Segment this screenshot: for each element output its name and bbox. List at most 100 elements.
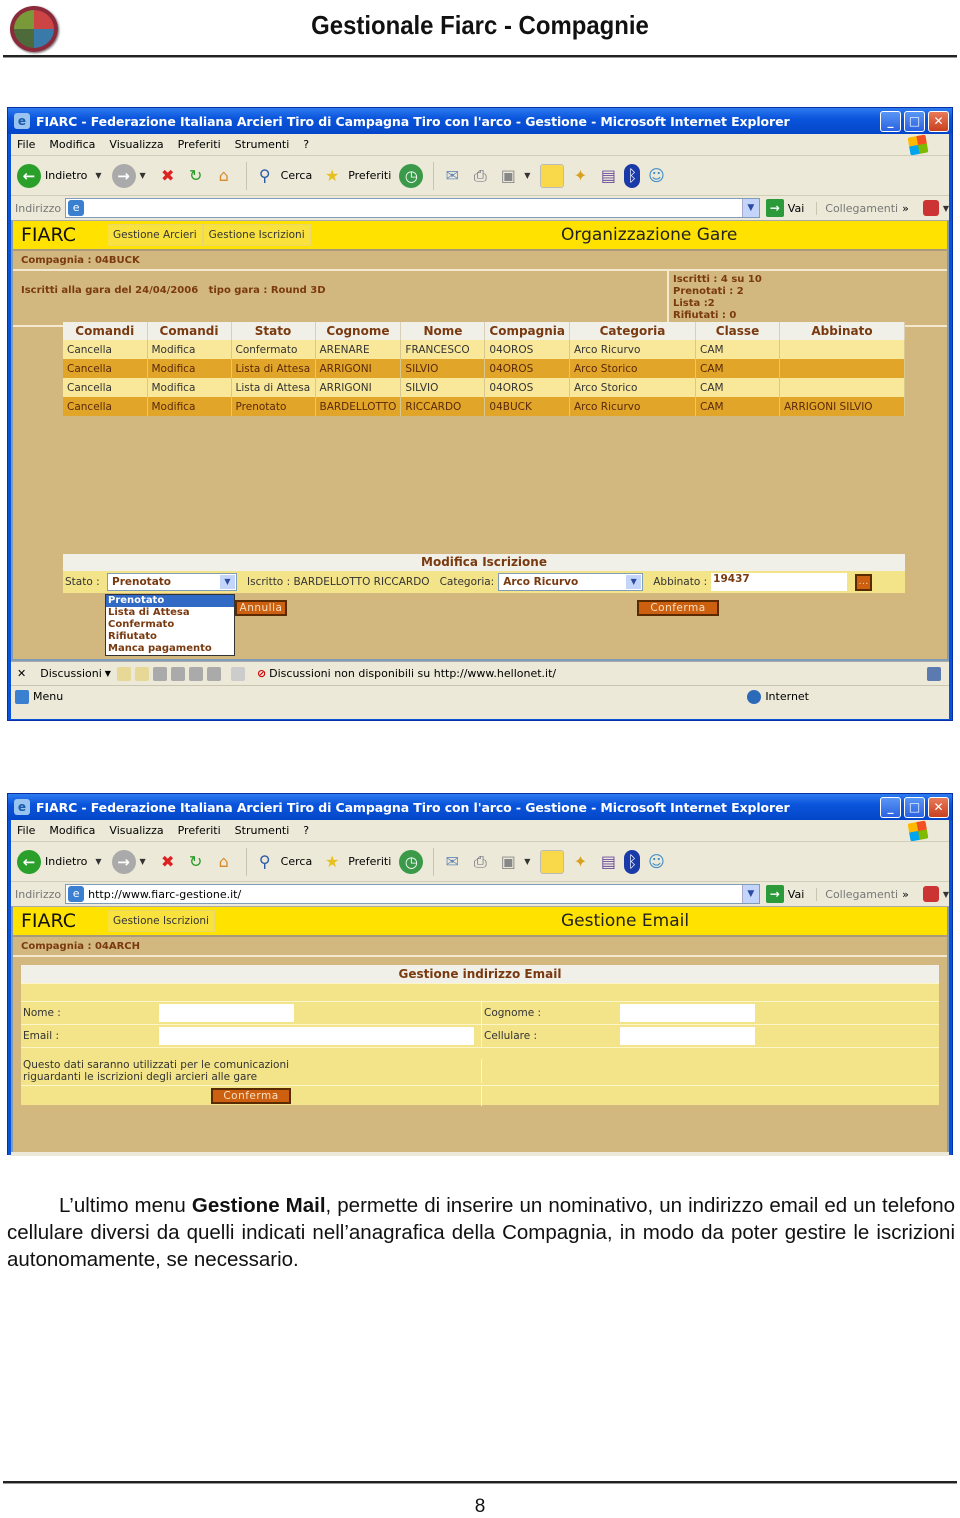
edit-icon[interactable]: ▣ <box>496 850 520 874</box>
refresh-icon[interactable]: ↻ <box>184 850 208 874</box>
users-icon[interactable]: ☺ <box>644 164 668 188</box>
abbinato-lookup-button[interactable]: ... <box>855 573 873 591</box>
modifica-link[interactable]: Modifica <box>147 397 232 416</box>
favorites-button[interactable]: Preferiti <box>348 169 391 182</box>
research-icon[interactable]: ▤ <box>596 164 620 188</box>
nav-gestione-arcieri[interactable]: Gestione Arcieri <box>107 224 203 246</box>
minimize-button[interactable]: _ <box>880 110 901 132</box>
new-discussion-icon[interactable] <box>116 666 131 681</box>
edit-dropdown-icon[interactable]: ▼ <box>524 171 530 180</box>
search-button[interactable]: Cerca <box>281 169 313 182</box>
links-button[interactable]: Collegamenti <box>816 201 898 215</box>
categoria-select[interactable]: Arco Ricurvo ▼ <box>498 573 644 591</box>
print-icon[interactable]: ⎙ <box>468 850 492 874</box>
pdf-icon[interactable] <box>922 200 939 216</box>
back-button[interactable]: Indietro <box>45 169 87 182</box>
favorites-star-icon[interactable]: ★ <box>320 850 344 874</box>
go-arrow-icon[interactable]: → <box>765 885 784 903</box>
cancella-link[interactable]: Cancella <box>63 359 148 378</box>
stato-option[interactable]: Manca pagamento <box>106 643 234 655</box>
favorites-star-icon[interactable]: ★ <box>320 164 344 188</box>
next-icon[interactable] <box>206 666 221 681</box>
cancella-link[interactable]: Cancella <box>63 340 148 359</box>
bluetooth-icon[interactable]: ᛒ <box>624 849 641 874</box>
chevron-down-icon[interactable]: ▼ <box>220 575 235 589</box>
menu-help[interactable]: ? <box>303 138 309 151</box>
favorites-button[interactable]: Preferiti <box>348 855 391 868</box>
menu-preferiti[interactable]: Preferiti <box>178 138 221 151</box>
messenger-icon[interactable]: ✦ <box>568 850 592 874</box>
forward-dropdown-icon[interactable]: ▼ <box>140 171 146 180</box>
pdf-icon[interactable] <box>922 886 939 902</box>
modifica-link[interactable]: Modifica <box>147 340 232 359</box>
search-button[interactable]: Cerca <box>281 855 313 868</box>
mail-icon[interactable]: ✉ <box>440 850 464 874</box>
conferma-button[interactable]: Conferma <box>637 600 719 616</box>
address-input[interactable]: e ▼ <box>65 198 760 218</box>
stop-icon[interactable]: ✖ <box>156 850 180 874</box>
edit-dropdown-icon[interactable]: ▼ <box>524 857 530 866</box>
stato-option[interactable]: Lista di Attesa <box>106 607 234 619</box>
menu-strumenti[interactable]: Strumenti <box>235 824 290 837</box>
home-icon[interactable]: ⌂ <box>212 850 236 874</box>
research-icon[interactable]: ▤ <box>596 850 620 874</box>
links-chevron-icon[interactable]: » <box>902 888 909 901</box>
history-icon[interactable]: ◷ <box>399 849 424 874</box>
links-button[interactable]: Collegamenti <box>816 887 898 901</box>
stato-select[interactable]: Prenotato ▼ <box>107 573 237 591</box>
expand-icon[interactable] <box>152 666 167 681</box>
links-chevron-icon[interactable]: » <box>902 202 909 215</box>
menu-strumenti[interactable]: Strumenti <box>235 138 290 151</box>
discussions-dropdown-icon[interactable]: ▼ <box>105 669 111 678</box>
pdf-dropdown-icon[interactable]: ▼ <box>943 204 949 213</box>
close-button[interactable]: ✕ <box>928 110 949 132</box>
menu-help[interactable]: ? <box>303 824 309 837</box>
forward-arrow-icon[interactable]: → <box>111 849 136 874</box>
discussions-button[interactable]: Discussioni <box>40 667 102 680</box>
back-button[interactable]: Indietro <box>45 855 87 868</box>
modifica-link[interactable]: Modifica <box>147 359 232 378</box>
forward-arrow-icon[interactable]: → <box>111 163 136 188</box>
back-dropdown-icon[interactable]: ▼ <box>95 857 101 866</box>
go-button[interactable]: Vai <box>788 888 804 901</box>
email-conferma-button[interactable]: Conferma <box>211 1087 291 1104</box>
discussions-options-icon[interactable] <box>927 666 941 681</box>
menu-visualizza[interactable]: Visualizza <box>109 138 163 151</box>
search-icon[interactable]: ⚲ <box>253 850 277 874</box>
stato-option[interactable]: Prenotato <box>106 595 234 607</box>
search-icon[interactable]: ⚲ <box>253 164 277 188</box>
cognome-input[interactable] <box>620 1004 755 1022</box>
back-dropdown-icon[interactable]: ▼ <box>95 171 101 180</box>
maximize-button[interactable]: □ <box>904 796 925 818</box>
previous-icon[interactable] <box>188 666 203 681</box>
stato-option[interactable]: Confermato <box>106 619 234 631</box>
annulla-button[interactable]: Annulla <box>235 600 287 616</box>
address-input[interactable]: e http://www.fiarc-gestione.it/ ▼ <box>65 884 760 904</box>
print-icon[interactable]: ⎙ <box>468 164 492 188</box>
nav-gestione-iscrizioni[interactable]: Gestione Iscrizioni <box>107 910 215 932</box>
menu-preferiti[interactable]: Preferiti <box>178 824 221 837</box>
cancella-link[interactable]: Cancella <box>63 378 148 397</box>
go-button[interactable]: Vai <box>788 202 804 215</box>
maximize-button[interactable]: □ <box>904 110 925 132</box>
stato-option[interactable]: Rifiutato <box>106 631 234 643</box>
cancella-link[interactable]: Cancella <box>63 397 148 416</box>
modifica-link[interactable]: Modifica <box>147 378 232 397</box>
home-icon[interactable]: ⌂ <box>212 164 236 188</box>
menu-file[interactable]: File <box>17 138 35 151</box>
notes-icon[interactable] <box>540 849 565 874</box>
abbinato-input[interactable]: 19437 <box>711 573 848 591</box>
messenger-icon[interactable]: ✦ <box>568 164 592 188</box>
nav-gestione-iscrizioni[interactable]: Gestione Iscrizioni <box>202 224 311 246</box>
edit-icon[interactable]: ▣ <box>496 164 520 188</box>
email-input[interactable] <box>159 1027 474 1045</box>
refresh-icon[interactable]: ↻ <box>184 164 208 188</box>
bluetooth-icon[interactable]: ᛒ <box>624 163 641 188</box>
nome-input[interactable] <box>159 1004 294 1022</box>
notes-icon[interactable] <box>540 163 565 188</box>
pdf-dropdown-icon[interactable]: ▼ <box>943 890 949 899</box>
close-button[interactable]: ✕ <box>928 796 949 818</box>
cellulare-input[interactable] <box>620 1027 755 1045</box>
collapse-icon[interactable] <box>170 666 185 681</box>
close-discussions-icon[interactable]: ✕ <box>17 667 26 680</box>
